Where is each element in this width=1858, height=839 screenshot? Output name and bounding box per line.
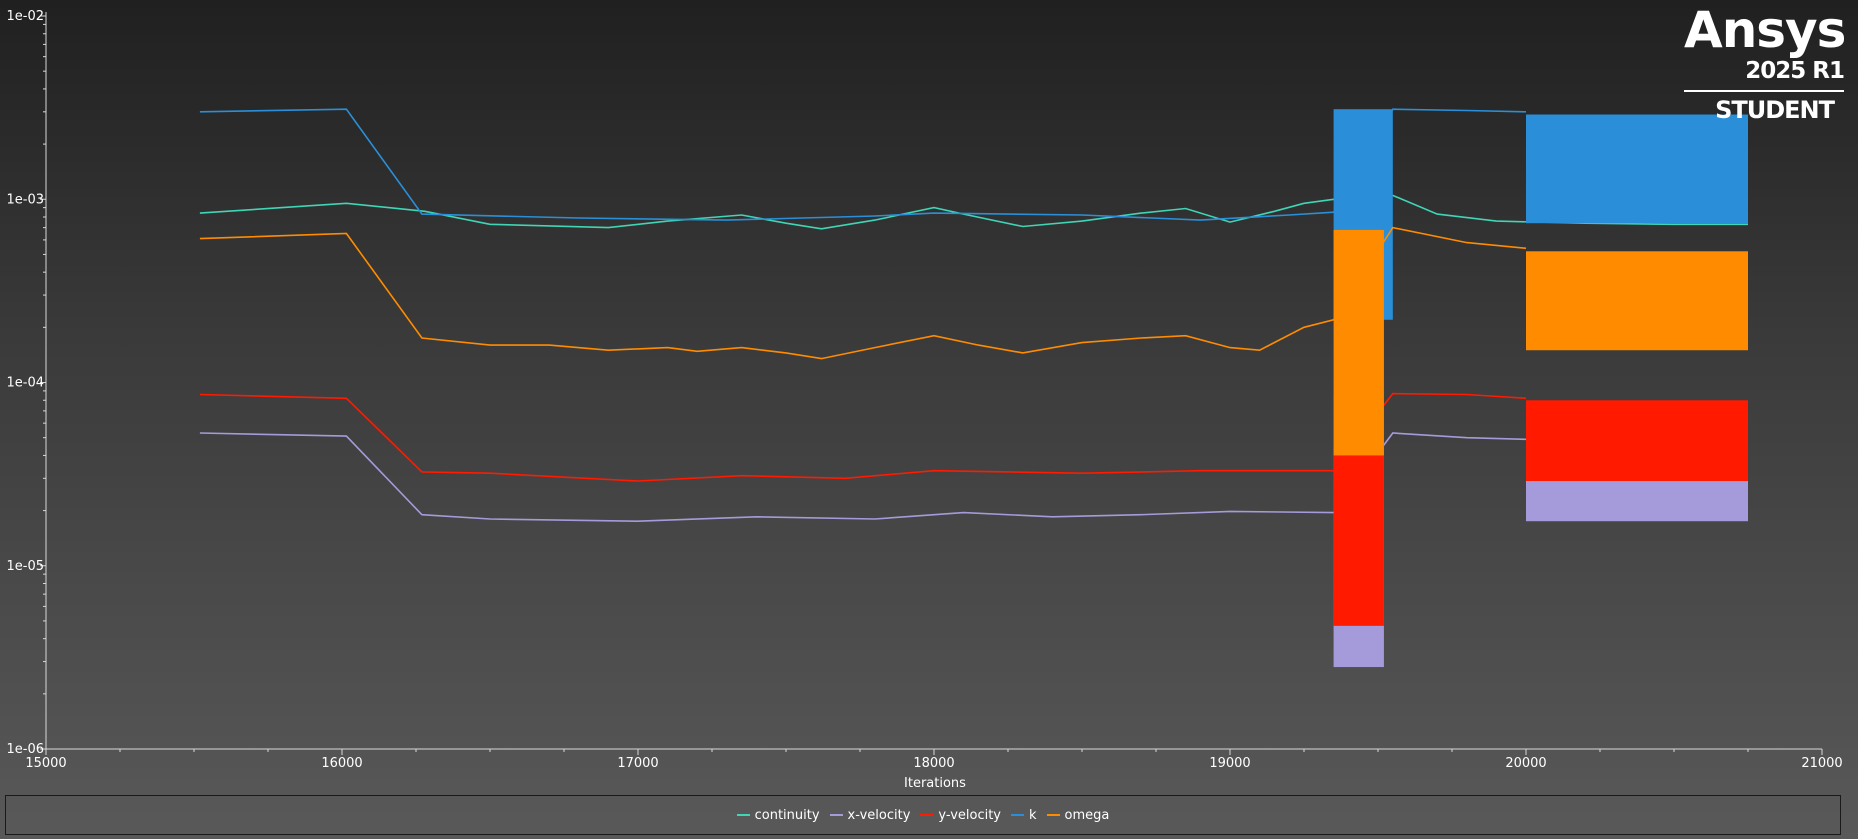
y-tick-label: 1e-06 [6, 742, 44, 757]
series-continuity-line [199, 194, 1748, 230]
legend-label: y-velocity [938, 807, 1002, 823]
series-k-line [199, 108, 1527, 221]
legend-label: omega [1064, 807, 1110, 823]
x-tick-label: 15000 [25, 756, 66, 771]
series-omega-line [199, 226, 1527, 360]
brand-version: 2025 R1 [1745, 58, 1845, 84]
legend-label: x-velocity [847, 807, 911, 823]
series-k-oscillation-band [1526, 114, 1748, 224]
legend-item-y-velocity: y-velocity [920, 808, 1001, 823]
brand-edition: STUDENT [1715, 96, 1835, 124]
x-tick-label: 21000 [1801, 756, 1842, 771]
y-tick-label: 1e-04 [6, 376, 44, 391]
series-omega-oscillation-band [1333, 229, 1384, 456]
series-omega-oscillation-band [1526, 251, 1748, 351]
legend-item-continuity: continuity [736, 807, 820, 823]
legend-item-omega: omega [1046, 807, 1110, 823]
x-tick-label: 17000 [617, 756, 658, 771]
legend-item-k: k [1011, 808, 1037, 823]
legend-swatch [1046, 814, 1060, 816]
series-x-velocity-oscillation-band [1526, 478, 1748, 522]
y-tick-label: 1e-02 [6, 9, 44, 24]
residuals-plot: 15000 16000 17000 18000 19000 20000 21000 1e-06… [6, 9, 1842, 791]
brand-divider [1684, 90, 1844, 92]
legend-label: k [1029, 807, 1037, 823]
legend-swatch [736, 814, 750, 816]
legend-item-x-velocity: x-velocity [829, 807, 911, 823]
ansys-logo: Ansys 2025 R1 STUDENT [1684, 1, 1846, 124]
x-axis-label: Iterations [904, 776, 966, 791]
legend-label: continuity [754, 807, 820, 823]
chart-legend: continuity x-velocity y-velocity k omega [5, 795, 1841, 835]
series-y-velocity-oscillation-band [1526, 400, 1748, 482]
legend-swatch [920, 814, 934, 816]
x-tick-label: 20000 [1505, 756, 1546, 771]
x-tick-label: 16000 [321, 756, 362, 771]
brand-name: Ansys [1684, 1, 1846, 59]
y-tick-label: 1e-05 [6, 559, 44, 574]
x-tick-label: 18000 [913, 756, 954, 771]
y-tick-label: 1e-03 [6, 192, 44, 207]
series-layer [199, 108, 1748, 668]
x-tick-label: 19000 [1209, 756, 1250, 771]
legend-swatch [829, 814, 843, 816]
legend-swatch [1011, 814, 1025, 816]
residuals-chart: 15000 16000 17000 18000 19000 20000 21000 1e-06… [0, 0, 1858, 839]
series-y-velocity-line [199, 392, 1527, 482]
